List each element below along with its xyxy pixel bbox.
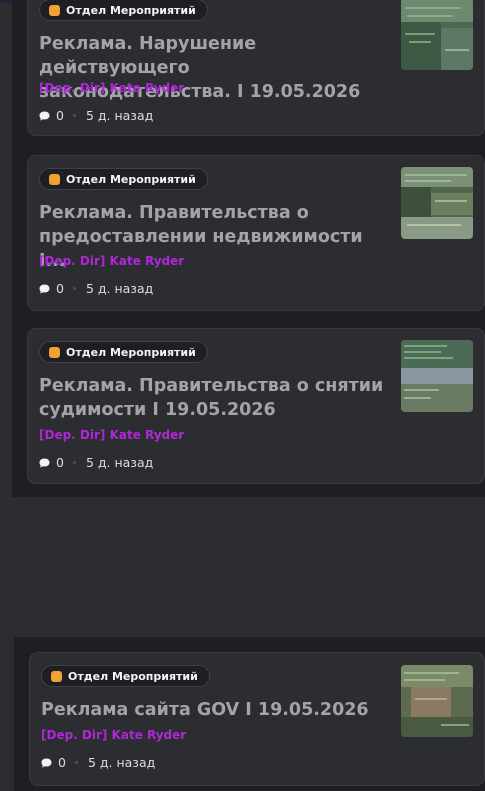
thumbnail-image: [401, 167, 473, 239]
post-author[interactable]: [Dep. Dir] Kate Ryder: [39, 81, 184, 95]
thumbnail-image: [401, 665, 473, 737]
separator-dot: [72, 114, 76, 117]
post-tag-label: Отдел Мероприятий: [66, 172, 196, 186]
post-tag[interactable]: Отдел Мероприятий: [39, 0, 208, 21]
tag-square-icon: [49, 173, 60, 185]
separator-dot: [72, 461, 76, 464]
speech-bubble-icon: [39, 111, 50, 121]
post-title[interactable]: Реклама сайта GOV I 19.05.2026: [41, 698, 386, 722]
comment-count: 0: [56, 108, 64, 123]
comment-count: 0: [56, 455, 64, 470]
post-author[interactable]: [Dep. Dir] Kate Ryder: [39, 254, 184, 268]
post-tag[interactable]: Отдел Мероприятий: [41, 665, 210, 687]
forum-post-card[interactable]: Отдел Мероприятий Реклама. Нарушение дей…: [27, 0, 485, 136]
tag-square-icon: [51, 670, 62, 682]
post-thumbnail[interactable]: [401, 340, 473, 412]
post-time: 5 д. назад: [85, 108, 154, 123]
forum-post-card[interactable]: Отдел Мероприятий Реклама. Правительства…: [27, 155, 485, 311]
post-meta: 0 5 д. назад: [39, 281, 153, 296]
post-meta: 0 5 д. назад: [41, 755, 155, 770]
forum-post-card[interactable]: Отдел Мероприятий Реклама. Правительства…: [27, 328, 485, 484]
post-title[interactable]: Реклама. Правительства о снятии судимост…: [39, 374, 384, 422]
thumbnail-image: [401, 340, 473, 412]
post-author[interactable]: [Dep. Dir] Kate Ryder: [39, 428, 184, 442]
post-tag-label: Отдел Мероприятий: [66, 3, 196, 17]
post-time: 5 д. назад: [87, 755, 156, 770]
thumbnail-image: [401, 0, 473, 70]
forum-channel-view: Отдел Мероприятий Реклама. Нарушение дей…: [0, 0, 485, 791]
post-meta: 0 5 д. назад: [39, 455, 153, 470]
speech-bubble-icon: [39, 458, 50, 468]
separator-dot: [74, 761, 78, 764]
post-tag-label: Отдел Мероприятий: [68, 669, 198, 683]
tag-square-icon: [49, 4, 60, 16]
post-time: 5 д. назад: [85, 455, 154, 470]
post-thumbnail[interactable]: [401, 167, 473, 239]
post-thumbnail[interactable]: [401, 0, 473, 70]
tag-square-icon: [49, 346, 60, 358]
post-tag[interactable]: Отдел Мероприятий: [39, 168, 208, 190]
post-tag[interactable]: Отдел Мероприятий: [39, 341, 208, 363]
post-thumbnail[interactable]: [401, 665, 473, 737]
separator-dot: [72, 287, 76, 290]
comment-count: 0: [56, 281, 64, 296]
post-tag-label: Отдел Мероприятий: [66, 345, 196, 359]
comment-count: 0: [58, 755, 66, 770]
post-author[interactable]: [Dep. Dir] Kate Ryder: [41, 728, 186, 742]
speech-bubble-icon: [39, 284, 50, 294]
post-meta: 0 5 д. назад: [39, 108, 153, 123]
speech-bubble-icon: [41, 758, 52, 768]
post-time: 5 д. назад: [85, 281, 154, 296]
forum-post-card[interactable]: Отдел Мероприятий Реклама сайта GOV I 19…: [29, 652, 485, 786]
